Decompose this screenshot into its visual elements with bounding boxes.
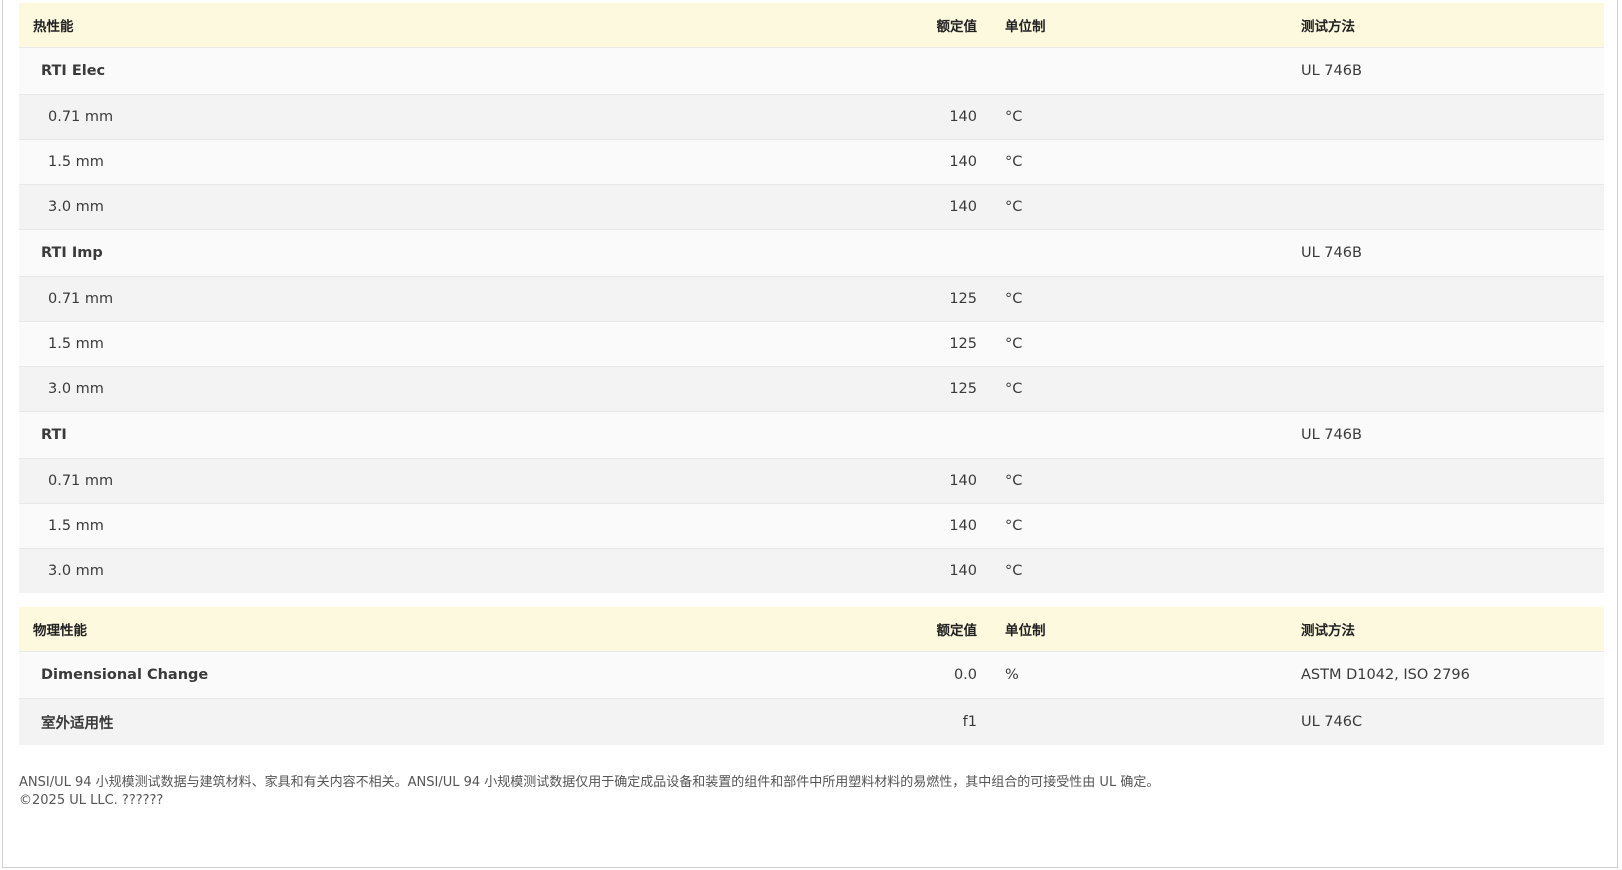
physical-properties-table: 物理性能 额定值 单位制 测试方法 Dimensional Change 0.0%…	[19, 607, 1604, 745]
unit-cell: °C	[977, 184, 1293, 230]
table-row: Dimensional Change 0.0% ASTM D1042, ISO 27…	[19, 651, 1604, 699]
unit-cell: %	[977, 651, 1293, 699]
table-row: RTI UL 746B	[19, 411, 1604, 459]
value-cell: 140	[899, 458, 977, 504]
column-header-property: 物理性能	[19, 607, 899, 652]
column-header-unit: 单位制	[977, 3, 1293, 48]
method-cell	[1293, 94, 1604, 140]
value-cell: 140	[899, 184, 977, 230]
property-cell: 0.71 mm	[19, 458, 899, 504]
method-cell	[1293, 184, 1604, 230]
table-row: RTI Elec UL 746B	[19, 47, 1604, 95]
property-cell: RTI Elec	[19, 47, 899, 95]
column-header-method: 测试方法	[1293, 3, 1604, 48]
table-row: 3.0 mm 140 °C	[19, 184, 1604, 230]
value-cell: 140	[899, 94, 977, 140]
unit-cell: °C	[977, 366, 1293, 412]
method-cell	[1293, 276, 1604, 322]
table-row: 3.0 mm 125 °C	[19, 366, 1604, 412]
unit-cell	[977, 47, 1293, 95]
unit-cell	[977, 229, 1293, 277]
unit-cell	[977, 698, 1293, 745]
column-header-value: 额定值	[899, 607, 977, 652]
unit-cell: °C	[977, 503, 1293, 549]
property-cell: 3.0 mm	[19, 366, 899, 412]
table-header-row: 热性能 额定值 单位制 测试方法	[19, 3, 1604, 48]
table-row: 0.71 mm 125 °C	[19, 276, 1604, 322]
value-cell: 140	[899, 139, 977, 185]
value-cell: 125	[899, 276, 977, 322]
property-cell: 3.0 mm	[19, 184, 899, 230]
value-cell	[899, 229, 977, 277]
value-cell: 140	[899, 503, 977, 549]
column-header-unit: 单位制	[977, 607, 1293, 652]
property-cell: 3.0 mm	[19, 548, 899, 593]
table-header-row: 物理性能 额定值 单位制 测试方法	[19, 607, 1604, 652]
value-cell	[899, 411, 977, 459]
method-cell	[1293, 139, 1604, 185]
value-cell: 140	[899, 548, 977, 593]
method-cell	[1293, 458, 1604, 504]
disclaimer-text: ANSI/UL 94 小规模测试数据与建筑材料、家具和有关内容不相关。ANSI/…	[19, 775, 1160, 790]
unit-cell: °C	[977, 139, 1293, 185]
method-cell: UL 746C	[1293, 698, 1604, 745]
column-header-property: 热性能	[19, 3, 899, 48]
property-cell: RTI	[19, 411, 899, 459]
unit-cell: °C	[977, 276, 1293, 322]
value-cell	[899, 47, 977, 95]
method-cell	[1293, 548, 1604, 593]
table-row: 0.71 mm 140 °C	[19, 458, 1604, 504]
method-cell: UL 746B	[1293, 47, 1604, 95]
unit-cell: °C	[977, 548, 1293, 593]
property-cell: RTI Imp	[19, 229, 899, 277]
thermal-properties-table: 热性能 额定值 单位制 测试方法 RTI Elec UL 746B 0.71 mm 1…	[19, 3, 1604, 593]
table-row: 1.5 mm 140 °C	[19, 503, 1604, 549]
value-cell: 0.0	[899, 651, 977, 699]
unit-cell	[977, 411, 1293, 459]
property-cell: Dimensional Change	[19, 651, 899, 699]
value-cell: f1	[899, 698, 977, 745]
property-cell: 1.5 mm	[19, 503, 899, 549]
copyright-text: ©2025 UL LLC. ??????	[19, 793, 164, 808]
method-cell	[1293, 366, 1604, 412]
method-cell: UL 746B	[1293, 411, 1604, 459]
footer-notes: ANSI/UL 94 小规模测试数据与建筑材料、家具和有关内容不相关。ANSI/…	[19, 774, 1599, 810]
table-row: 0.71 mm 140 °C	[19, 94, 1604, 140]
table-row: 1.5 mm 140 °C	[19, 139, 1604, 185]
property-cell: 1.5 mm	[19, 139, 899, 185]
property-cell: 0.71 mm	[19, 276, 899, 322]
column-header-value: 额定值	[899, 3, 977, 48]
property-cell: 1.5 mm	[19, 321, 899, 367]
value-cell: 125	[899, 321, 977, 367]
table-row: 室外适用性 f1 UL 746C	[19, 698, 1604, 745]
value-cell: 125	[899, 366, 977, 412]
table-row: 3.0 mm 140 °C	[19, 548, 1604, 593]
property-cell: 0.71 mm	[19, 94, 899, 140]
column-header-method: 测试方法	[1293, 607, 1604, 652]
table-row: 1.5 mm 125 °C	[19, 321, 1604, 367]
property-cell: 室外适用性	[19, 698, 899, 745]
method-cell: ASTM D1042, ISO 2796	[1293, 651, 1604, 699]
method-cell	[1293, 321, 1604, 367]
method-cell	[1293, 503, 1604, 549]
unit-cell: °C	[977, 94, 1293, 140]
method-cell: UL 746B	[1293, 229, 1604, 277]
table-row: RTI Imp UL 746B	[19, 229, 1604, 277]
unit-cell: °C	[977, 321, 1293, 367]
unit-cell: °C	[977, 458, 1293, 504]
